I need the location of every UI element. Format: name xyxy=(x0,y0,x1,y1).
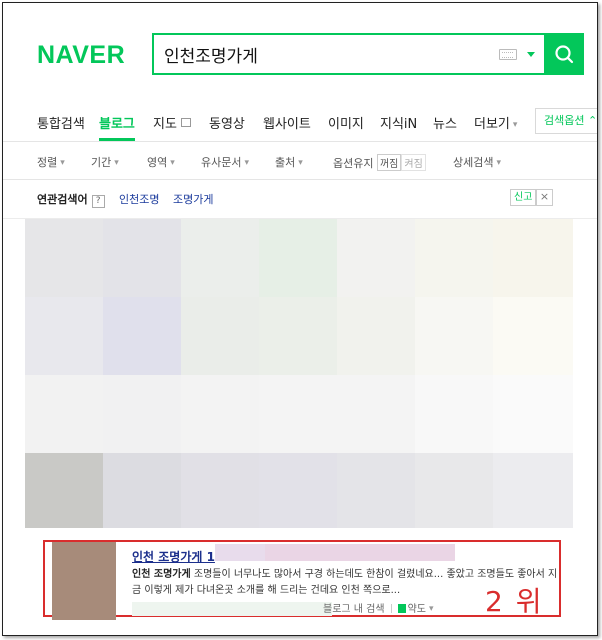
map-icon xyxy=(180,118,191,127)
filter-detail-label: 상세검색 xyxy=(453,156,494,169)
tab-map[interactable]: 지도 xyxy=(153,113,191,132)
blur-block xyxy=(259,219,337,297)
blur-block xyxy=(103,297,181,375)
keyboard-icon[interactable] xyxy=(499,49,517,60)
help-icon[interactable]: ? xyxy=(91,195,105,208)
search-options-button[interactable]: 검색옵션 ⌃ xyxy=(535,108,597,134)
related-title: 연관검색어? xyxy=(37,191,105,208)
filter-source-label: 출처 xyxy=(275,156,296,169)
map-link[interactable]: 약도 xyxy=(408,604,426,615)
related-title-text: 연관검색어 xyxy=(37,193,88,206)
search-icon xyxy=(555,45,574,64)
filter-period-label: 기간 xyxy=(91,156,112,169)
result-meta: 블로그 내 검색 약도 ▾ xyxy=(323,600,434,615)
filter-sort-label: 정렬 xyxy=(37,156,58,169)
browser-frame: NAVER 통합검색 블로그 지도 동영상 웹사이트 이미지 지식iN 뉴스 더… xyxy=(2,2,598,636)
filter-sort[interactable]: 정렬 ▾ xyxy=(37,154,65,170)
blur-block xyxy=(415,219,493,297)
blur-band xyxy=(132,602,332,616)
search-tabs: 통합검색 블로그 지도 동영상 웹사이트 이미지 지식iN 뉴스 더보기 ▾ 검색… xyxy=(3,101,597,142)
blurred-results-area xyxy=(25,219,573,528)
related-searches: 연관검색어? 인천조명 조명가게 신고 × xyxy=(3,180,597,219)
blur-block xyxy=(415,453,493,528)
filter-area-label: 영역 xyxy=(147,156,168,169)
blur-block xyxy=(493,453,573,528)
blur-block xyxy=(181,297,259,375)
blur-block xyxy=(25,375,103,453)
rank-annotation: 2 위 xyxy=(485,585,544,618)
filter-similar[interactable]: 유사문서 ▾ xyxy=(201,154,249,170)
dropdown-arrow-icon[interactable] xyxy=(527,52,535,57)
meta-divider xyxy=(390,604,392,613)
keep-off-toggle[interactable]: 꺼짐 xyxy=(376,154,402,171)
chevron-down-icon: ▾ xyxy=(496,158,502,168)
blur-block xyxy=(181,219,259,297)
blur-block xyxy=(415,375,493,453)
filter-detail[interactable]: 상세검색 ▾ xyxy=(453,154,501,170)
blog-search-link[interactable]: 블로그 내 검색 xyxy=(323,604,385,615)
chevron-down-icon: ▾ xyxy=(114,158,119,168)
close-icon[interactable]: × xyxy=(536,189,553,206)
filter-keep-label: 옵션유지 xyxy=(333,157,374,170)
blur-block xyxy=(103,375,181,453)
naver-logo[interactable]: NAVER xyxy=(37,41,125,70)
search-button[interactable] xyxy=(544,33,584,75)
blur-block xyxy=(337,453,415,528)
keep-on-toggle[interactable]: 켜짐 xyxy=(401,154,426,171)
blur-block xyxy=(493,297,573,375)
blur-block xyxy=(337,297,415,375)
blur-block xyxy=(103,219,181,297)
tab-integrated[interactable]: 통합검색 xyxy=(37,113,85,132)
blur-block xyxy=(259,375,337,453)
chevron-down-icon: ▾ xyxy=(298,158,303,168)
related-item[interactable]: 조명가게 xyxy=(173,191,213,207)
blur-block xyxy=(25,219,103,297)
related-item[interactable]: 인천조명 xyxy=(119,191,159,207)
map-icon xyxy=(397,604,406,613)
chevron-down-icon: ▾ xyxy=(244,158,250,168)
chevron-down-icon: ▾ xyxy=(512,120,518,130)
filter-period[interactable]: 기간 ▾ xyxy=(91,154,119,170)
filter-similar-label: 유사문서 xyxy=(201,156,242,169)
tab-website[interactable]: 웹사이트 xyxy=(263,113,311,132)
blur-block xyxy=(259,453,337,528)
blur-block xyxy=(181,375,259,453)
blur-block xyxy=(337,375,415,453)
tab-more-label: 더보기 xyxy=(474,117,510,132)
tab-blog[interactable]: 블로그 xyxy=(99,113,135,132)
search-box xyxy=(152,33,584,75)
chevron-down-icon: ▾ xyxy=(60,158,65,168)
blur-block xyxy=(493,375,573,453)
tab-divider xyxy=(3,141,597,142)
tab-kin[interactable]: 지식iN xyxy=(380,113,417,132)
chevron-down-icon: ▾ xyxy=(170,158,175,168)
tab-news[interactable]: 뉴스 xyxy=(433,113,457,132)
blur-block xyxy=(103,453,181,528)
blur-block xyxy=(415,297,493,375)
result-desc-keyword: 인천 조명가게 xyxy=(132,569,191,580)
search-input[interactable] xyxy=(154,35,494,73)
filter-bar: 정렬 ▾ 기간 ▾ 영역 ▾ 유사문서 ▾ 출처 ▾ 옵션유지 꺼짐 켜짐 상세검색 ▾ xyxy=(3,143,597,180)
filter-area[interactable]: 영역 ▾ xyxy=(147,154,175,170)
blur-block xyxy=(337,219,415,297)
tab-map-label: 지도 xyxy=(153,117,177,132)
blur-block xyxy=(493,219,573,297)
filter-source[interactable]: 출처 ▾ xyxy=(275,154,303,170)
blur-block xyxy=(25,297,103,375)
blur-block xyxy=(25,453,103,528)
search-options-label: 검색옵션 xyxy=(544,114,585,127)
blog-result-highlight: 인천 조명가게 1 인천 조명가게 조명들이 너무나도 많아서 구경 하는데도 … xyxy=(43,540,561,620)
blur-block xyxy=(181,453,259,528)
result-title[interactable]: 인천 조명가게 1 xyxy=(132,548,215,565)
tab-video[interactable]: 동영상 xyxy=(209,113,245,132)
filter-keep: 옵션유지 꺼짐 켜짐 xyxy=(333,154,426,171)
tab-more[interactable]: 더보기 ▾ xyxy=(474,113,517,132)
chevron-down-icon: ▾ xyxy=(428,604,434,614)
result-thumbnail[interactable] xyxy=(52,542,116,620)
report-button[interactable]: 신고 xyxy=(510,189,537,206)
blur-block xyxy=(259,297,337,375)
blur-band xyxy=(265,544,455,561)
tab-image[interactable]: 이미지 xyxy=(328,113,364,132)
